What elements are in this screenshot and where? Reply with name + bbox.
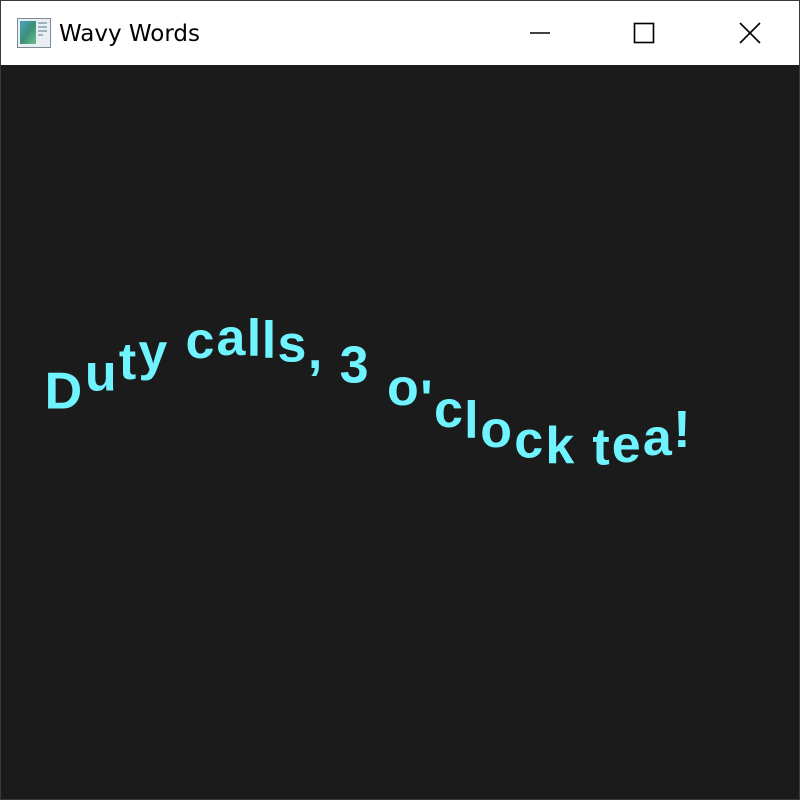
title-bar[interactable]: Wavy Words — [1, 1, 799, 65]
wavy-char: s — [278, 316, 307, 374]
canvas-area: Du t y c a l l s, 3 o ' c l o c k t e a! — [1, 65, 799, 799]
wavy-char: ' — [420, 371, 432, 429]
minimize-icon — [530, 32, 550, 34]
wavy-char: ! — [673, 401, 690, 459]
wavy-char: c — [514, 411, 543, 469]
wavy-char: D — [45, 363, 83, 421]
wavy-char: o — [387, 359, 419, 417]
wavy-char: e — [612, 416, 641, 474]
close-button[interactable] — [697, 1, 799, 65]
wavy-char: k — [545, 417, 574, 475]
wavy-text-canvas: Du t y c a l l s, 3 o ' c l o c k t e a! — [45, 309, 691, 477]
minimize-button[interactable] — [487, 1, 593, 65]
app-window-icon — [17, 18, 51, 48]
wavy-char: c — [434, 381, 463, 439]
wavy-char: c — [185, 312, 214, 370]
wavy-char: u — [85, 345, 117, 403]
wavy-char: l — [464, 392, 478, 450]
wavy-char: l — [262, 311, 276, 369]
app-window: Wavy Words Du t y c a l l s, 3 o ' c l o c k t e a! — [0, 0, 800, 800]
close-icon — [739, 22, 761, 44]
wavy-char: l — [247, 310, 261, 368]
wavy-char: t — [119, 333, 136, 391]
wavy-char: a — [643, 409, 673, 467]
wavy-char: t — [592, 419, 609, 477]
window-title: Wavy Words — [59, 21, 200, 47]
wavy-char: , — [308, 322, 322, 380]
maximize-button[interactable] — [591, 1, 697, 65]
wavy-text: Du t y c a l l s, 3 o ' c l o c k t e a! — [45, 309, 691, 477]
wavy-char: a — [217, 309, 247, 367]
wavy-char: y — [138, 324, 167, 382]
wavy-char: o — [480, 401, 512, 459]
wavy-char: 3 — [340, 337, 369, 395]
maximize-icon — [633, 22, 655, 44]
